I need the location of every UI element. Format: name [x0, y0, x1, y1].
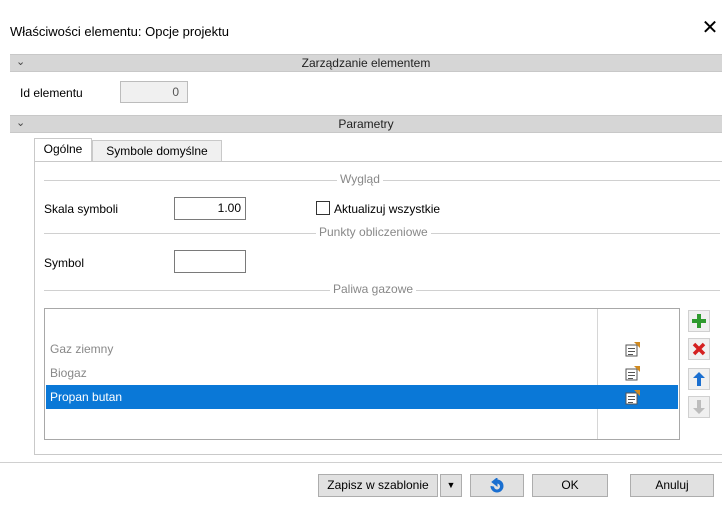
section-management[interactable]: ⌄ Zarządzanie elementem [10, 54, 722, 72]
group-gas-fuels-label: Paliwa gazowe [330, 282, 417, 296]
undo-button[interactable] [470, 474, 524, 497]
fuel-name: Propan butan [50, 390, 123, 404]
arrow-up-icon [693, 372, 705, 386]
element-id-field: 0 [120, 81, 188, 103]
symbol-input[interactable] [174, 250, 246, 273]
update-all-checkbox[interactable] [316, 201, 330, 215]
delete-icon [692, 342, 706, 356]
add-button[interactable] [688, 310, 710, 332]
symbol-scale-input[interactable]: 1.00 [174, 197, 246, 220]
window-title: Właściwości elementu: Opcje projektu [10, 24, 229, 39]
ok-button[interactable]: OK [532, 474, 608, 497]
list-item-selected[interactable]: Propan butan [46, 385, 678, 409]
cancel-button[interactable]: Anuluj [630, 474, 714, 497]
list-item[interactable]: Biogaz [46, 361, 678, 385]
group-calc-points-label: Punkty obliczeniowe [316, 225, 431, 239]
save-template-dropdown[interactable]: ▼ [440, 474, 462, 497]
close-icon[interactable]: ✕ [700, 18, 720, 38]
arrow-down-icon [693, 400, 705, 414]
move-down-button [688, 396, 710, 418]
chevron-down-icon: ▼ [446, 480, 456, 490]
add-icon [692, 314, 706, 328]
fuel-name: Gaz ziemny [50, 342, 114, 356]
edit-properties-icon[interactable] [598, 361, 678, 385]
fuel-list[interactable]: Gaz ziemny Biogaz Propan butan [44, 308, 680, 440]
section-management-label: Zarządzanie elementem [301, 56, 431, 70]
move-up-button[interactable] [688, 368, 710, 390]
delete-button[interactable] [688, 338, 710, 360]
tab-general[interactable]: Ogólne [34, 138, 92, 162]
section-parameters[interactable]: ⌄ Parametry [10, 115, 722, 133]
element-id-label: Id elementu [20, 86, 83, 100]
undo-icon [490, 476, 504, 493]
fuel-name: Biogaz [50, 366, 87, 380]
tab-default-symbols[interactable]: Symbole domyślne [92, 140, 222, 162]
update-all-label: Aktualizuj wszystkie [334, 202, 441, 216]
section-parameters-label: Parametry [338, 117, 394, 131]
save-template-button[interactable]: Zapisz w szablonie [318, 474, 438, 497]
edit-properties-icon[interactable] [598, 385, 678, 409]
symbol-label: Symbol [44, 256, 85, 270]
footer-divider [0, 462, 722, 463]
symbol-scale-label: Skala symboli [44, 202, 119, 216]
list-item[interactable]: Gaz ziemny [46, 337, 678, 361]
edit-properties-icon[interactable] [598, 337, 678, 361]
group-appearance-label: Wygląd [337, 172, 383, 186]
